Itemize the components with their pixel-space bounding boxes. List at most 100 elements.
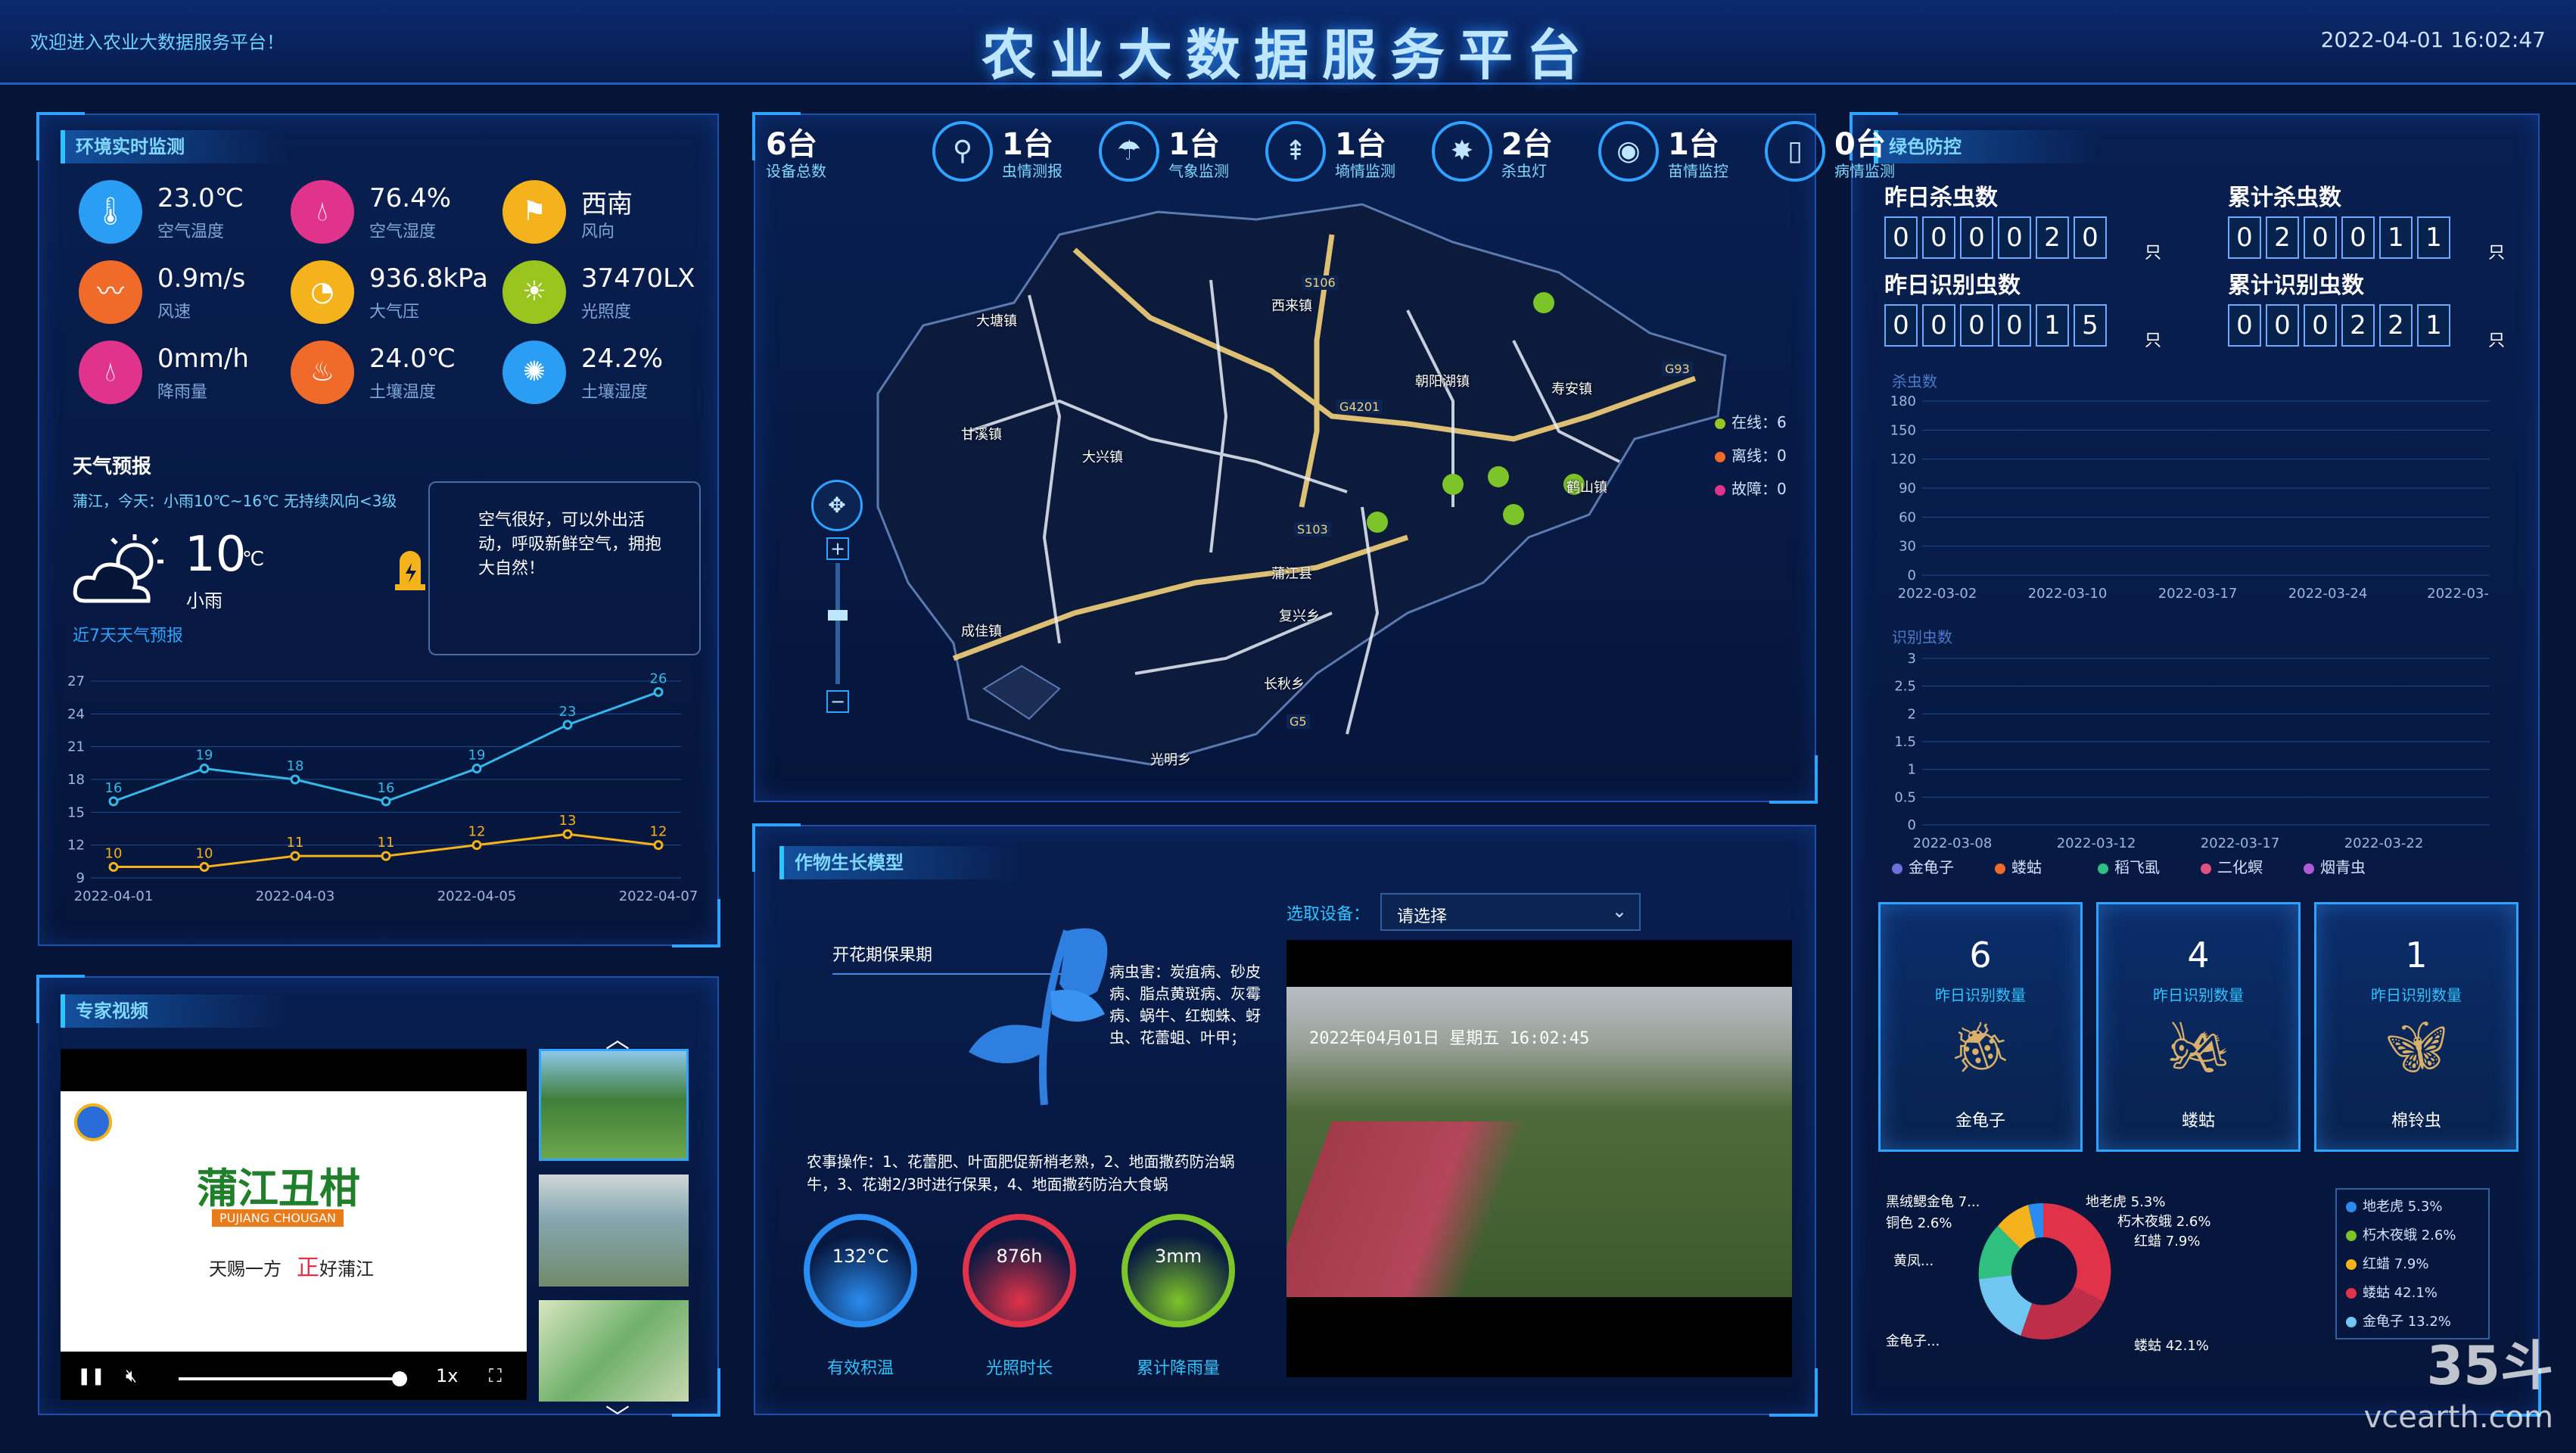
video-progress-bar[interactable] [179,1377,398,1380]
data-point [471,840,482,851]
env-item: ⚑ 西南 风向 [502,176,714,248]
y-tick-label: 60 [1899,509,1916,525]
env-value: 24.2% [581,344,664,374]
zoom-in-button[interactable]: + [826,537,849,560]
data-point [471,764,482,774]
map-town-label: 鹤山镇 [1566,480,1607,496]
x-tick-label: 2022-03-02 [1898,586,1977,602]
pause-icon[interactable]: ❚❚ [77,1367,105,1386]
device-stat[interactable]: ☂︎ 1台 气象监测 [1099,114,1250,189]
status-online: 在线：6 [1715,410,1787,432]
data-label: 18 [287,758,304,774]
x-tick-label: 2022-04-01 [74,888,154,904]
map-town-label: 大兴镇 [1082,450,1123,465]
video-player[interactable]: 蒲江丑柑 PUJIANG CHOUGAN 天赐一方 正好蒲江 ❚❚ 🔇︎ 1x ⛶ [61,1049,527,1400]
data-point [199,862,210,873]
ident-legend-item[interactable]: 蝼蛄 [1995,855,2042,877]
zoom-slider-handle[interactable] [828,610,848,621]
x-tick-label: 2022-04-07 [619,888,698,904]
ident-legend-item[interactable]: 二化螟 [2201,855,2263,877]
digit: 0 [2266,304,2299,347]
digit: 1 [2417,216,2450,259]
insect-card[interactable]: 4 昨日识别数量 🦗︎ 蝼蛄 [2096,902,2301,1152]
data-point [653,840,664,851]
mute-icon[interactable]: 🔇︎ [126,1365,137,1386]
y-tick-label: 2 [1908,706,1916,722]
ident-legend-item[interactable]: 烟青虫 [2304,855,2366,877]
map-town-label: 甘溪镇 [961,427,1002,443]
insect-sub: 昨日识别数量 [2371,986,2462,1004]
device-stat[interactable]: ✸ 2台 杀虫灯 [1432,114,1583,189]
data-label: 13 [559,813,577,829]
insect-card[interactable]: 6 昨日识别数量 🐞︎ 金龟子 [1878,902,2083,1152]
device-stat[interactable]: ◉ 1台 苗情监控 [1598,114,1750,189]
y-tick-label: 120 [1890,452,1916,468]
y-tick-label: 150 [1890,422,1916,438]
legend-swatch [2346,1231,2357,1241]
data-point [199,764,210,774]
counter-unit: 只 [2145,244,2162,263]
video-thumb-3[interactable] [539,1300,689,1402]
x-tick-label: 2022-03-17 [2158,586,2238,602]
y-tick-label: 180 [1890,394,1916,409]
digit: 0 [1998,304,2031,347]
legend-label: 金龟子 13.2% [2363,1314,2451,1330]
map-town-label: 成佳镇 [961,624,1002,639]
weather-station-icon: ☂︎ [1099,121,1159,182]
device-stat[interactable]: ⇞ 1台 墒情监测 [1265,114,1417,189]
seven-day-forecast-link[interactable]: 近7天天气预报 [73,622,183,646]
y-tick-label: 15 [67,804,85,820]
device-select[interactable]: 请选择 ⌄ [1380,893,1641,931]
disease-monitor-icon: ▯ [1765,121,1825,182]
pie-label: 朽木夜蛾 2.6% [2117,1214,2211,1230]
insect-card[interactable]: 1 昨日识别数量 🦋︎ 棉铃虫 [2314,902,2518,1152]
digit: 0 [1884,304,1918,347]
chevron-down-icon[interactable]: ﹀ [605,1399,630,1433]
digit: 0 [1960,216,1993,259]
digit: 0 [1922,304,1955,347]
zoom-out-button[interactable]: − [826,690,849,713]
env-label: 空气温度 [157,222,225,241]
map-town-label: 大塘镇 [976,313,1017,329]
env-label: 土壤湿度 [581,383,649,402]
env-item: ☀︎ 37470LX 光照度 [502,256,714,328]
sun-icon: ☀︎ [502,260,566,324]
y-tick-label: 0 [1908,817,1916,833]
data-point [108,796,119,807]
speed-button[interactable]: 1x [436,1365,458,1386]
data-label: 26 [650,670,667,686]
map-town-label: 西来镇 [1271,298,1312,314]
video-thumb-2[interactable] [539,1175,689,1287]
zoom-slider-track[interactable] [835,563,840,684]
env-value: 23.0℃ [157,183,244,213]
camera-icon: ◉ [1598,121,1659,182]
env-label: 土壤温度 [369,383,437,402]
data-label: 19 [468,748,486,764]
insect-count: 6 [1969,935,1992,975]
insect-name: 蝼蛄 [2181,1112,2215,1131]
ident-legend-item[interactable]: 稻飞虱 [2098,855,2160,877]
device-stat[interactable]: 6台 设备总数 [766,114,917,189]
digit: 2 [2379,304,2413,347]
video-thumb-1[interactable] [539,1049,689,1161]
insect-name: 棉铃虫 [2391,1112,2441,1131]
video-progress-handle[interactable] [392,1371,407,1386]
digit: 2 [2036,216,2069,259]
pie-label: 红蜡 7.9% [2134,1234,2201,1249]
ident-count-chart: 0 0.5 1 1.5 2 2.5 3 2022-03-08 2022-03-12 2022-03… [1894,651,2490,851]
map-pan-control[interactable]: ✥ [811,480,863,531]
pie-legend-item: 蝼蛄 42.1% [2346,1282,2438,1302]
camera-feed[interactable]: 2022年04月01日 星期五 16:02:45 [1286,940,1792,1377]
y-tick-label: 12 [67,838,85,854]
data-label: 12 [468,824,486,840]
data-label: 10 [196,846,213,862]
env-value: 西南 [581,189,633,219]
data-point [108,862,119,873]
digit: 0 [2074,216,2107,259]
device-stat[interactable]: ▯ 0台 病情监测 [1765,114,1916,189]
ident-legend-item[interactable]: 金龟子 [1892,855,1954,877]
fullscreen-icon[interactable]: ⛶ [489,1365,502,1386]
device-label: 虫情测报 [1002,162,1062,180]
device-stat[interactable]: ⚲ 1台 虫情测报 [932,114,1084,189]
thermometer-icon: 🌡︎ [79,180,142,244]
